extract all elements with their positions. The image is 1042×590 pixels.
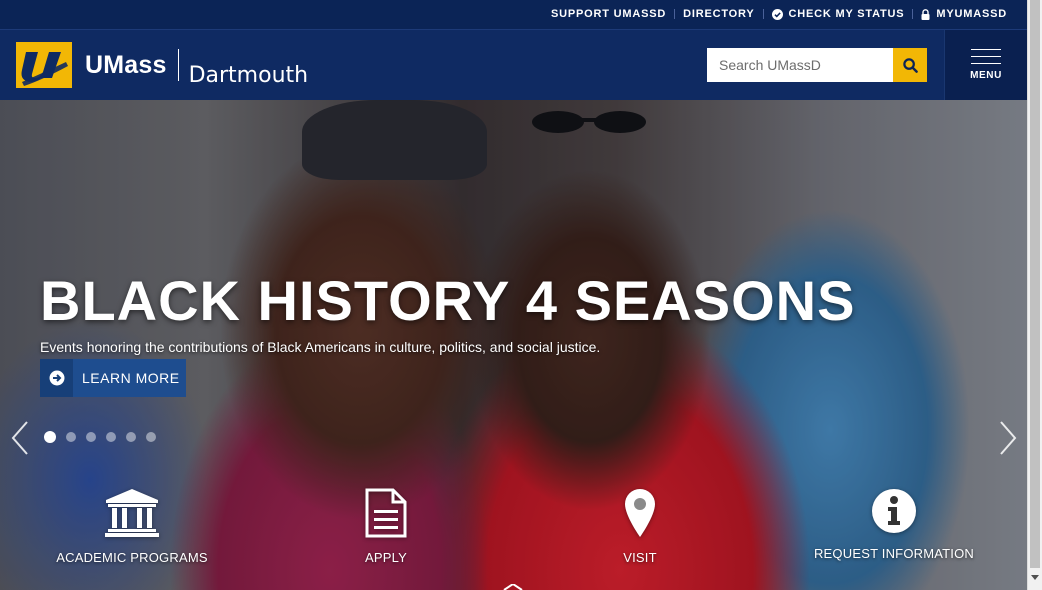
scroll-down-icon[interactable] (500, 584, 526, 590)
check-my-status-label: CHECK MY STATUS (788, 8, 905, 20)
document-icon (365, 488, 407, 538)
academic-programs-label: ACADEMIC PROGRAMS (56, 550, 208, 565)
check-circle-icon (771, 8, 783, 20)
visit-link[interactable]: VISIT (545, 488, 735, 565)
search-form (707, 48, 927, 82)
umass-logo-mark (16, 42, 72, 88)
slide-dot[interactable] (44, 431, 56, 443)
divider (912, 9, 914, 19)
learn-more-button[interactable]: LEARN MORE (40, 359, 186, 397)
request-information-link[interactable]: REQUEST INFORMATION (799, 488, 989, 561)
apply-label: APPLY (365, 550, 407, 565)
search-input[interactable] (707, 48, 893, 82)
search-icon (902, 57, 918, 73)
hero-slider: BLACK HISTORY 4 SEASONS Events honoring … (0, 100, 1027, 590)
learn-more-label: LEARN MORE (82, 370, 180, 386)
scroll-down-arrow[interactable] (1031, 575, 1039, 580)
slide-dot[interactable] (106, 432, 116, 442)
arrow-circle-right-icon (40, 359, 73, 397)
directory-link[interactable]: DIRECTORY (683, 8, 754, 20)
academic-programs-link[interactable]: ACADEMIC PROGRAMS (37, 488, 227, 565)
page-scrollbar[interactable] (1027, 0, 1042, 590)
brand-name: UMass (85, 50, 167, 79)
check-my-status-link[interactable]: CHECK MY STATUS (771, 8, 905, 20)
campus-name: Dartmouth (188, 62, 309, 88)
slide-dot[interactable] (66, 432, 76, 442)
institution-icon (105, 489, 159, 537)
support-umassd-label: SUPPORT UMASSD (551, 8, 667, 20)
site-header: UMass Dartmouth MENU (0, 30, 1027, 100)
divider (674, 9, 676, 19)
utility-links: SUPPORT UMASSD DIRECTORY CHECK MY STATUS… (551, 8, 1007, 20)
slide-indicators (44, 431, 166, 443)
next-slide-arrow[interactable] (998, 420, 1018, 456)
myumassd-label: MYUMASSD (936, 8, 1007, 20)
request-information-label: REQUEST INFORMATION (813, 546, 975, 561)
slide-caption: BLACK HISTORY 4 SEASONS Events honoring … (40, 268, 855, 355)
support-umassd-link[interactable]: SUPPORT UMASSD (551, 8, 666, 20)
logo-divider (177, 49, 179, 81)
slide-dot[interactable] (126, 432, 136, 442)
utility-bar: SUPPORT UMASSD DIRECTORY CHECK MY STATUS… (0, 0, 1027, 30)
search-button[interactable] (893, 48, 927, 82)
menu-label: MENU (970, 70, 1002, 81)
lock-icon (921, 8, 930, 20)
slide-subtitle: Events honoring the contributions of Bla… (40, 339, 601, 355)
visit-label: VISIT (623, 550, 657, 565)
map-pin-icon (625, 489, 655, 537)
previous-slide-arrow[interactable] (10, 420, 30, 456)
directory-label: DIRECTORY (683, 8, 755, 20)
scrollbar-thumb[interactable] (1030, 0, 1040, 568)
divider (762, 9, 764, 19)
slide-dot[interactable] (146, 432, 156, 442)
slide-title: BLACK HISTORY 4 SEASONS (40, 269, 856, 332)
menu-button[interactable]: MENU (944, 30, 1027, 100)
slide-dot[interactable] (86, 432, 96, 442)
info-icon (872, 489, 916, 533)
umassd-logo[interactable]: UMass Dartmouth (16, 42, 308, 88)
myumassd-link[interactable]: MYUMASSD (921, 8, 1007, 20)
apply-link[interactable]: APPLY (291, 488, 481, 565)
hamburger-icon (971, 49, 1001, 70)
